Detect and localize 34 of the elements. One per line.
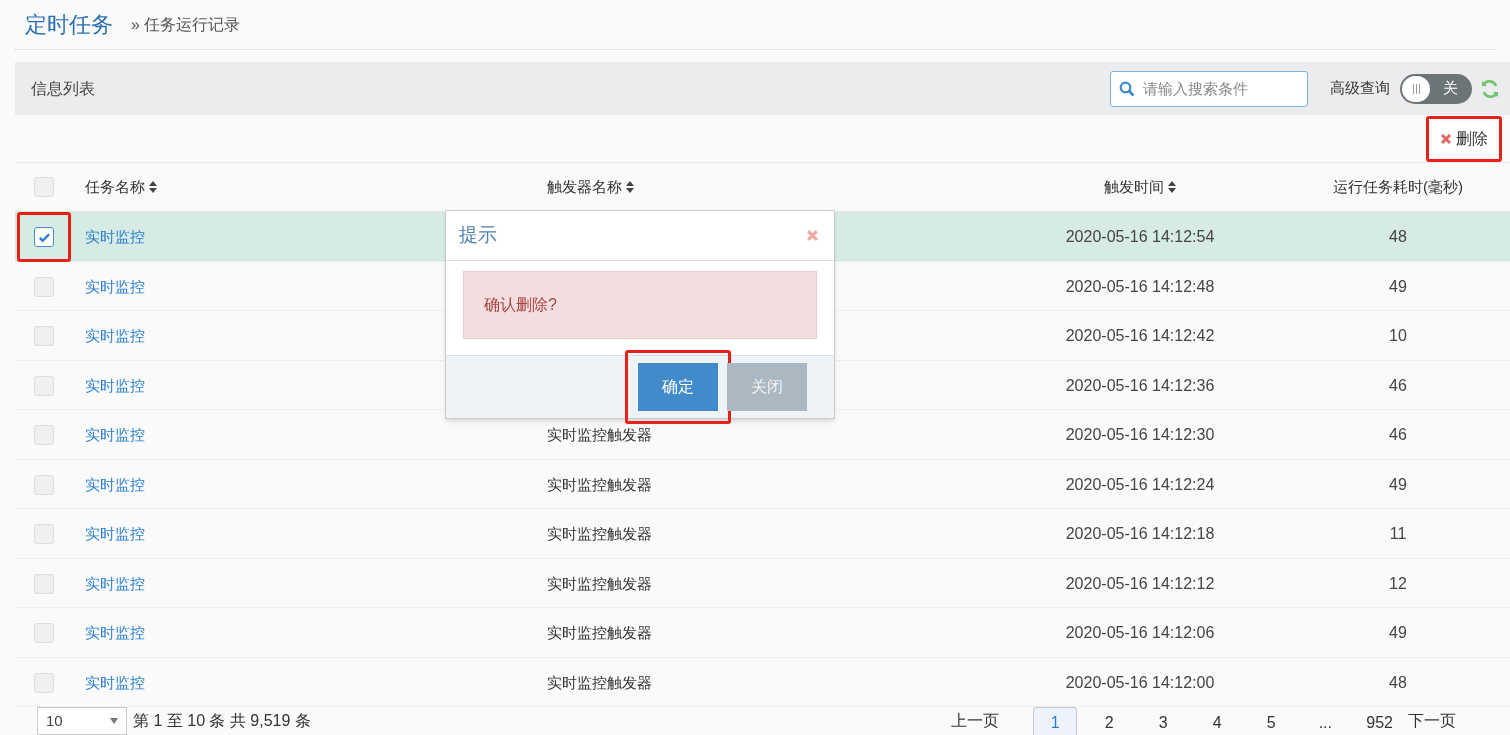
table-cell-text: 2020-05-16 14:12:12	[1065, 573, 1215, 594]
table-cell-text: 2020-05-16 14:12:48	[1065, 276, 1215, 297]
advanced-search-label: 高级查询	[1330, 78, 1390, 99]
table-cell-text: 11	[1389, 524, 1407, 544]
dialog-title: 提示	[459, 223, 497, 248]
table-cell-text: 2020-05-16 14:12:36	[1065, 375, 1215, 396]
table-cell: 实时监控触发器	[547, 426, 652, 443]
table-cell-text: 49	[1389, 276, 1407, 297]
table-cell-text: 2020-05-16 14:12:00	[1065, 672, 1215, 693]
table-cell-text: 2020-05-16 14:12:54	[1065, 227, 1215, 247]
page-title: 定时任务	[25, 11, 113, 39]
pagination-summary: 第 1 至 10 条 共 9,519 条	[133, 711, 311, 731]
table-cell-text: 49	[1389, 623, 1407, 643]
table-cell-text: 48	[1389, 227, 1407, 247]
table-cell: 实时监控触发器	[547, 525, 652, 542]
table-cell-text: 49	[1389, 474, 1407, 495]
table-cell-text: 2020-05-16 14:12:06	[1065, 623, 1215, 643]
table-cell: 实时监控触发器	[547, 624, 652, 641]
table-cell: 实时监控触发器	[547, 574, 652, 592]
table-cell-text: 2020-05-16 14:12:24	[1065, 474, 1215, 495]
table-cell: 实时监控触发器	[547, 475, 652, 493]
table-cell: 实时监控触发器	[547, 673, 652, 691]
panel-title: 信息列表	[31, 78, 95, 99]
alert-message: 确认删除?	[463, 271, 817, 339]
table-cell-text: 2020-05-16 14:12:42	[1065, 326, 1215, 346]
table-cell-text: 2020-05-16 14:12:18	[1065, 524, 1215, 544]
table-cell-text: 10	[1389, 326, 1407, 346]
table-cell-text: 46	[1389, 425, 1407, 445]
table-cell-text: 48	[1389, 672, 1407, 693]
table-cell-text: 2020-05-16 14:12:30	[1065, 425, 1215, 445]
column-header: 运行任务耗时(毫秒)	[1333, 176, 1463, 197]
table-cell-text: 46	[1389, 375, 1407, 396]
breadcrumb-current: » 任务运行记录	[131, 14, 241, 35]
table-cell-text: 12	[1389, 573, 1407, 594]
